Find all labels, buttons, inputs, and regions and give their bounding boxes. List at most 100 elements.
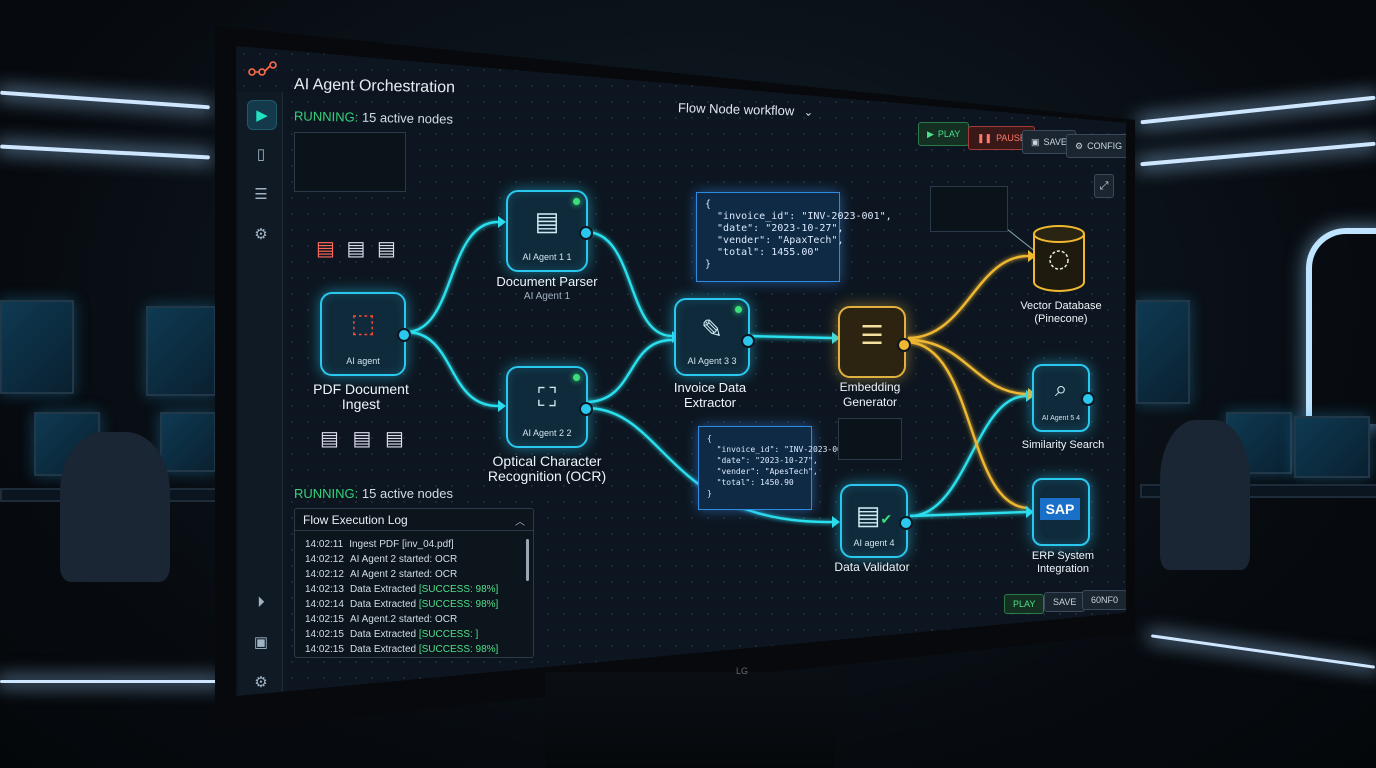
mini-terminal-feed <box>294 132 406 192</box>
log-message: Data Extracted <box>349 644 419 655</box>
log-row: 14:02:15 Data Extracted [SUCCESS: ] <box>305 629 478 640</box>
log-scrollbar[interactable] <box>526 539 529 581</box>
json-preview-extractor: { "invoice_id": "INV-2023-001", "date": … <box>696 192 892 282</box>
document-icon: ▤ <box>534 206 560 236</box>
document-icon: ▤ <box>320 428 339 450</box>
execution-log-panel: Flow Execution Log ︿ 14:02:11 Ingest PDF … <box>294 508 534 658</box>
node-label-line: Generator <box>842 395 898 409</box>
log-row: 14:02:11 Ingest PDF [inv_04.pdf] <box>305 539 454 550</box>
floor-light <box>0 680 220 683</box>
node-ocr[interactable]: ⛶ AI Agent 2 2 <box>506 366 593 448</box>
sidebar-documents-button[interactable]: ▯ <box>247 140 275 168</box>
sap-logo: SAP <box>1040 498 1080 520</box>
node-erp-integration[interactable]: SAP <box>1032 478 1090 546</box>
background-monitor <box>160 412 216 472</box>
chevron-down-icon: ⌄ <box>803 106 814 119</box>
database-icon[interactable] <box>1032 224 1086 294</box>
play-button-bottom[interactable]: PLAY <box>1004 594 1045 614</box>
edge-validator-similarity <box>909 394 1027 518</box>
collapse-icon[interactable]: ︿ <box>515 513 525 528</box>
app-logo-icon <box>248 61 277 76</box>
sidebar-run-button[interactable]: ▶ <box>247 100 277 130</box>
status-dot <box>573 374 580 381</box>
node-document-parser[interactable]: ▤ AI Agent 1 1 <box>506 190 593 272</box>
sidebar-filters-button[interactable]: ☰ <box>247 180 275 208</box>
arrow-head <box>498 216 506 228</box>
node-pdf-ingest[interactable]: ⬚ AI agent <box>320 292 411 376</box>
node-data-validator[interactable]: ▤✔ AI agent 4 <box>840 484 913 558</box>
log-title: Flow Execution Log <box>303 513 408 527</box>
document-icon: ▤ <box>384 428 404 450</box>
node-invoice-extractor[interactable]: ✎ AI Agent 3 3 <box>674 298 755 376</box>
log-header: Flow Execution Log ︿ <box>295 509 533 531</box>
node-label-line: Ingest <box>341 396 381 412</box>
node-label: Data Validator <box>834 560 910 574</box>
log-status: [SUCCESS: 98%] <box>418 644 499 655</box>
gear-icon: ⚙ <box>254 674 268 691</box>
log-time: 14:02:15 <box>305 644 344 655</box>
save-button-label: SAVE <box>1053 597 1077 607</box>
output-port[interactable] <box>897 338 911 352</box>
sidebar-run-history-button[interactable]: ⏵ <box>247 588 275 616</box>
output-port[interactable] <box>397 328 411 342</box>
status-running-bottom: RUNNING: 15 active nodes <box>294 486 453 501</box>
output-port[interactable] <box>899 516 913 530</box>
node-label-line: ERP System <box>1031 550 1095 562</box>
config-button[interactable]: ⚙ CONFIG <box>1066 134 1126 158</box>
edit-document-icon: ✎ <box>701 314 723 344</box>
status-keyword: RUNNING: <box>294 486 359 501</box>
expand-icon: ⤢ <box>1099 179 1109 192</box>
ceiling-light <box>1140 95 1376 125</box>
background-person <box>60 432 170 582</box>
edge-embedding-erp <box>907 340 1029 510</box>
arrow-head <box>498 400 506 412</box>
log-status: [SUCCESS: 98%] <box>418 584 499 595</box>
config-button-label: CONFIG <box>1087 141 1123 151</box>
log-message: AI Agent.2 started: OCR <box>349 614 458 625</box>
node-label-line: PDF Document <box>313 381 409 397</box>
background-person <box>1160 420 1250 570</box>
node-caption: AI Agent 1 <box>523 291 571 302</box>
sidebar-config-button[interactable]: ⚙ <box>247 668 275 696</box>
node-label: Invoice Data Extractor <box>650 380 770 410</box>
save-button-bottom[interactable]: SAVE <box>1044 592 1086 612</box>
node-label-line: Extractor <box>683 395 736 410</box>
log-time: 14:02:11 <box>305 539 344 550</box>
log-time: 14:02:15 <box>305 614 344 625</box>
config-button-bottom[interactable]: 60NF0 <box>1082 590 1126 610</box>
document-icon: ▤ <box>376 238 396 260</box>
sidebar-settings-button[interactable]: ⚙ <box>247 220 275 248</box>
edge-extractor-embedding <box>747 334 833 340</box>
output-port[interactable] <box>741 334 755 348</box>
play-button[interactable]: ▶ PLAY <box>918 122 970 146</box>
output-doc-icons: ▤ ▤ ▤ <box>320 426 404 451</box>
floor-light <box>1150 634 1376 669</box>
fullscreen-button[interactable]: ⤢ <box>1094 174 1114 198</box>
log-row: 14:02:12 AI Agent 2 started: OCR <box>305 554 457 565</box>
scan-icon: ⛶ <box>537 382 557 412</box>
node-label-line: Optical Character <box>492 453 602 469</box>
search-icon: ⌕ <box>1054 376 1068 401</box>
status-keyword: RUNNING: <box>293 108 359 125</box>
output-port[interactable] <box>579 402 593 416</box>
sidebar-save-button[interactable]: ▣ <box>247 628 275 656</box>
document-icon: ▤ <box>352 428 372 450</box>
log-row: 14:02:15 Data Extracted [SUCCESS: 98%] <box>305 644 498 655</box>
node-label-line: Invoice Data <box>673 380 747 395</box>
node-label: Optical Character Recognition (OCR) <box>472 454 622 484</box>
node-sub: AI Agent 1 1 <box>522 252 572 262</box>
ceiling-light <box>1140 141 1376 167</box>
output-port[interactable] <box>1081 392 1095 406</box>
node-similarity-search[interactable]: ⌕ AI Agent 5 4 <box>1032 364 1095 432</box>
pdf-icon: ⬚ <box>350 308 376 338</box>
mini-terminal-feed <box>838 418 902 460</box>
document-icon: ▤ <box>346 238 366 260</box>
node-embedding-generator[interactable]: ☰ <box>838 306 911 378</box>
background-monitor <box>1136 300 1190 404</box>
status-text: 15 active nodes <box>361 109 454 127</box>
output-port[interactable] <box>579 226 593 240</box>
save-icon: ▣ <box>253 634 269 651</box>
play-button-label: PLAY <box>1013 599 1036 609</box>
save-button-label: SAVE <box>1043 137 1067 147</box>
background-monitor <box>0 300 74 394</box>
